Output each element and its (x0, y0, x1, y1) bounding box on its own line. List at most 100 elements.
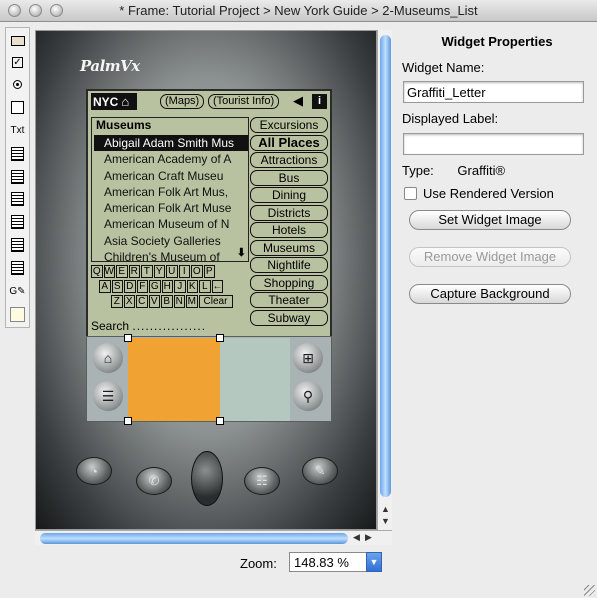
list-scroll-down-icon[interactable]: ⬇ (237, 246, 246, 259)
search-field[interactable]: Search ................. (91, 319, 206, 333)
list-item[interactable]: American Folk Art Muse (94, 200, 248, 216)
keyboard-key[interactable]: G (149, 280, 161, 293)
tourist-info-button[interactable]: (Tourist Info) (208, 94, 280, 109)
keyboard-key[interactable]: H (161, 280, 173, 293)
category-museums[interactable]: Museums (250, 239, 328, 256)
info-icon[interactable]: i (312, 94, 327, 109)
category-hotels[interactable]: Hotels (250, 222, 328, 238)
text-tool-icon[interactable]: Txt (8, 121, 27, 140)
radio-tool-icon[interactable] (8, 75, 27, 94)
gadget-tool-icon[interactable] (8, 235, 27, 254)
list-item[interactable]: American Folk Art Mus, (94, 184, 248, 200)
slider-tool-icon[interactable] (8, 258, 27, 277)
popup-tool-icon[interactable] (8, 189, 27, 208)
design-canvas[interactable]: PalmVx NYC ⌂ (Maps) (Tourist Info) ◀ i Mu… (35, 30, 377, 530)
keyboard-key[interactable]: W (103, 265, 115, 278)
phone-hw-icon[interactable]: ✆ (136, 467, 172, 495)
scrollbar-tool-icon[interactable] (8, 212, 27, 231)
keyboard-key[interactable]: A (99, 280, 111, 293)
graffiti-number-area[interactable] (220, 338, 290, 421)
category-all-places[interactable]: All Places (250, 134, 328, 151)
keyboard-key[interactable]: B (161, 295, 173, 308)
keyboard-key[interactable]: Q (91, 265, 103, 278)
graffiti-letter-widget-selected[interactable] (128, 338, 220, 421)
keyboard-key[interactable]: F (136, 280, 148, 293)
category-districts[interactable]: Districts (250, 204, 328, 221)
horizontal-scroll-thumb[interactable] (40, 533, 348, 544)
capture-background-button[interactable]: Capture Background (409, 284, 571, 304)
vertical-scroll-thumb[interactable] (380, 35, 391, 497)
calculator-silk-icon[interactable]: ⊞ (293, 343, 323, 373)
list-item[interactable]: American Academy of A (94, 151, 248, 167)
bitmap-tool-icon[interactable] (8, 305, 27, 324)
back-arrow-icon[interactable]: ◀ (293, 93, 303, 109)
category-subway[interactable]: Subway (250, 309, 328, 326)
window-resize-grip[interactable] (584, 585, 595, 596)
museum-list[interactable]: Museums Abigail Adam Smith Mus American … (91, 117, 249, 265)
keyboard-key[interactable]: T (141, 265, 153, 278)
scroll-up-icon[interactable]: ▲ (381, 504, 390, 514)
keyboard-key[interactable]: ← (211, 280, 223, 293)
device-screen[interactable]: NYC ⌂ (Maps) (Tourist Info) ◀ i Museums A… (86, 89, 332, 339)
set-widget-image-button[interactable]: Set Widget Image (409, 210, 571, 230)
list-item[interactable]: Abigail Adam Smith Mus (94, 135, 248, 152)
memo-hw-icon[interactable]: ✎ (302, 457, 338, 485)
table-tool-icon[interactable] (8, 167, 27, 186)
keyboard-key[interactable]: N (173, 295, 185, 308)
keyboard-key[interactable]: K (186, 280, 198, 293)
menu-silk-icon[interactable]: ☰ (93, 381, 123, 411)
keyboard-key[interactable]: I (178, 265, 190, 278)
keyboard-key[interactable]: C (136, 295, 148, 308)
category-attractions[interactable]: Attractions (250, 152, 328, 168)
displayed-label-input[interactable] (403, 133, 584, 155)
list-tool-icon[interactable] (8, 144, 27, 163)
use-rendered-checkbox[interactable]: Use Rendered Version (404, 186, 554, 201)
maps-button[interactable]: (Maps) (160, 94, 205, 109)
list-item[interactable]: Asia Society Galleries (94, 233, 248, 249)
category-bus[interactable]: Bus (250, 169, 328, 186)
checkbox-tool-icon[interactable]: ✓ (8, 53, 27, 72)
keyboard-key[interactable]: U (166, 265, 178, 278)
resize-handle[interactable] (124, 334, 132, 342)
keyboard-key[interactable]: L (199, 280, 211, 293)
todo-hw-icon[interactable]: ☷ (244, 467, 280, 495)
category-excursions[interactable]: Excursions (250, 117, 328, 133)
graffiti-tool-icon[interactable]: G✎ (8, 282, 27, 301)
category-shopping[interactable]: Shopping (250, 274, 328, 291)
scroll-right-icon[interactable]: ▶ (365, 532, 372, 543)
keyboard-key[interactable]: S (111, 280, 123, 293)
scroll-left-icon[interactable]: ◀ (353, 532, 360, 543)
widget-name-input[interactable]: Graffiti_Letter (403, 81, 584, 103)
scroll-down-icon[interactable]: ▼ (381, 516, 390, 526)
chevron-down-icon[interactable]: ▼ (366, 552, 382, 572)
resize-handle[interactable] (124, 417, 132, 425)
scroll-rocker-icon[interactable] (191, 451, 223, 506)
nyc-home-button[interactable]: NYC ⌂ (91, 93, 137, 110)
category-nightlife[interactable]: Nightlife (250, 257, 328, 273)
remove-widget-image-button[interactable]: Remove Widget Image (409, 247, 571, 267)
home-silk-icon[interactable]: ⌂ (93, 343, 123, 373)
keyboard-key[interactable]: J (174, 280, 186, 293)
find-silk-icon[interactable]: ⚲ (293, 381, 323, 411)
keyboard-key[interactable]: V (148, 295, 160, 308)
list-item[interactable]: Children's Museum of (94, 249, 248, 265)
keyboard-key[interactable]: Y (153, 265, 165, 278)
vertical-scrollbar[interactable]: ▲ ▼ (377, 30, 392, 530)
category-theater[interactable]: Theater (250, 292, 328, 308)
checkbox-icon[interactable] (404, 187, 417, 200)
list-item[interactable]: American Craft Museu (94, 168, 248, 184)
keyboard-key[interactable]: P (203, 265, 215, 278)
keyboard-key[interactable]: Clear (198, 295, 233, 308)
resize-handle[interactable] (216, 334, 224, 342)
keyboard-key[interactable]: R (128, 265, 140, 278)
keyboard-key[interactable]: D (124, 280, 136, 293)
field-tool-icon[interactable] (8, 98, 27, 117)
keyboard-key[interactable]: O (191, 265, 203, 278)
keyboard-key[interactable]: Z (111, 295, 123, 308)
resize-handle[interactable] (216, 417, 224, 425)
keyboard-key[interactable]: X (123, 295, 135, 308)
keyboard-key[interactable]: M (186, 295, 198, 308)
zoom-combo[interactable]: 148.83 % ▼ (289, 552, 382, 572)
horizontal-scrollbar[interactable]: ◀ ▶ (35, 530, 392, 545)
category-dining[interactable]: Dining (250, 187, 328, 203)
